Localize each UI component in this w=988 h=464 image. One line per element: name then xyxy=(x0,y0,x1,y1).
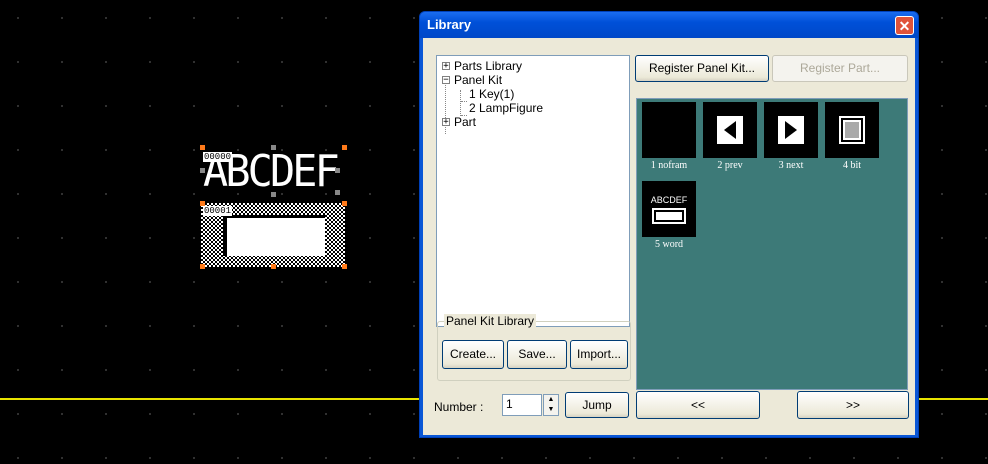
parts-panel[interactable]: 1 nofram 2 prev 3 next 4 bit ABCDEF 5 wo… xyxy=(636,98,908,390)
register-panel-kit-button[interactable]: Register Panel Kit... xyxy=(635,55,769,82)
save-button[interactable]: Save... xyxy=(507,340,567,369)
tree-connector xyxy=(461,101,467,102)
import-button[interactable]: Import... xyxy=(570,340,628,369)
library-tree[interactable]: + Parts Library − Panel Kit 1 Key(1) 2 L… xyxy=(436,55,630,327)
jump-button[interactable]: Jump xyxy=(565,392,629,418)
resize-handle[interactable] xyxy=(200,168,205,173)
resize-handle[interactable] xyxy=(271,192,276,197)
lamp-figure-window xyxy=(223,215,325,256)
resize-handle[interactable] xyxy=(200,145,205,150)
part-label: 3 next xyxy=(778,160,804,171)
part-item[interactable]: ABCDEF 5 word xyxy=(640,181,698,255)
number-label: Number : xyxy=(434,400,484,414)
bit-square-icon xyxy=(825,102,879,158)
tree-item-lampfigure[interactable]: 2 LampFigure xyxy=(469,101,543,115)
part-label: 1 nofram xyxy=(650,160,688,171)
resize-handle[interactable] xyxy=(342,264,347,269)
tree-collapse-icon[interactable]: − xyxy=(442,76,450,85)
resize-handle[interactable] xyxy=(342,201,347,206)
close-button[interactable]: ✕ xyxy=(895,16,914,35)
object-id-tag: 00000 xyxy=(203,152,233,162)
part-item[interactable]: 1 nofram xyxy=(640,102,698,176)
library-dialog: Library ✕ + Parts Library − Panel Kit 1 … xyxy=(419,11,919,438)
object-id-tag: 00001 xyxy=(203,206,233,216)
dialog-titlebar[interactable]: Library ✕ xyxy=(420,12,918,38)
blank-icon xyxy=(642,102,696,158)
part-item[interactable]: 4 bit xyxy=(823,102,881,176)
part-label: 4 bit xyxy=(842,160,862,171)
resize-handle[interactable] xyxy=(335,168,340,173)
next-arrow-icon xyxy=(764,102,818,158)
resize-handle[interactable] xyxy=(342,145,347,150)
part-item[interactable]: 3 next xyxy=(762,102,820,176)
tree-item-parts-library[interactable]: Parts Library xyxy=(454,59,522,73)
dialog-client: + Parts Library − Panel Kit 1 Key(1) 2 L… xyxy=(423,38,915,435)
tree-item-key[interactable]: 1 Key(1) xyxy=(469,87,514,101)
register-part-button[interactable]: Register Part... xyxy=(772,55,908,82)
resize-handle[interactable] xyxy=(200,201,205,206)
prev-arrow-icon xyxy=(703,102,757,158)
create-button[interactable]: Create... xyxy=(442,340,504,369)
tree-expand-icon[interactable]: + xyxy=(442,118,450,127)
spin-down-icon[interactable]: ▼ xyxy=(544,405,558,415)
number-spinner[interactable]: ▲ ▼ xyxy=(543,394,559,416)
panel-kit-library-group: Panel Kit Library Create... Save... Impo… xyxy=(437,314,631,381)
resize-handle[interactable] xyxy=(271,145,276,150)
group-legend: Panel Kit Library xyxy=(444,314,537,328)
resize-handle[interactable] xyxy=(335,190,340,195)
tree-connector xyxy=(460,90,461,116)
number-input[interactable]: 1 xyxy=(502,394,542,416)
close-icon: ✕ xyxy=(898,18,911,34)
dialog-title: Library xyxy=(427,17,472,32)
part-label: 5 word xyxy=(654,239,684,250)
part-item[interactable]: 2 prev xyxy=(701,102,759,176)
previous-page-button[interactable]: << xyxy=(636,391,760,419)
part-label: 2 prev xyxy=(717,160,743,171)
word-lamp-icon: ABCDEF xyxy=(642,181,696,237)
text-display-object[interactable]: ABCDEF 00000 xyxy=(200,145,347,197)
tree-expand-icon[interactable]: + xyxy=(442,62,450,71)
word-preview-text: ABCDEF xyxy=(651,195,688,205)
resize-handle[interactable] xyxy=(271,264,276,269)
resize-handle[interactable] xyxy=(200,264,205,269)
spin-up-icon[interactable]: ▲ xyxy=(544,395,558,405)
tree-item-part[interactable]: Part xyxy=(454,115,476,129)
lamp-figure-object[interactable]: 00001 xyxy=(200,201,347,269)
tree-item-panel-kit[interactable]: Panel Kit xyxy=(454,73,502,87)
next-page-button[interactable]: >> xyxy=(797,391,909,419)
